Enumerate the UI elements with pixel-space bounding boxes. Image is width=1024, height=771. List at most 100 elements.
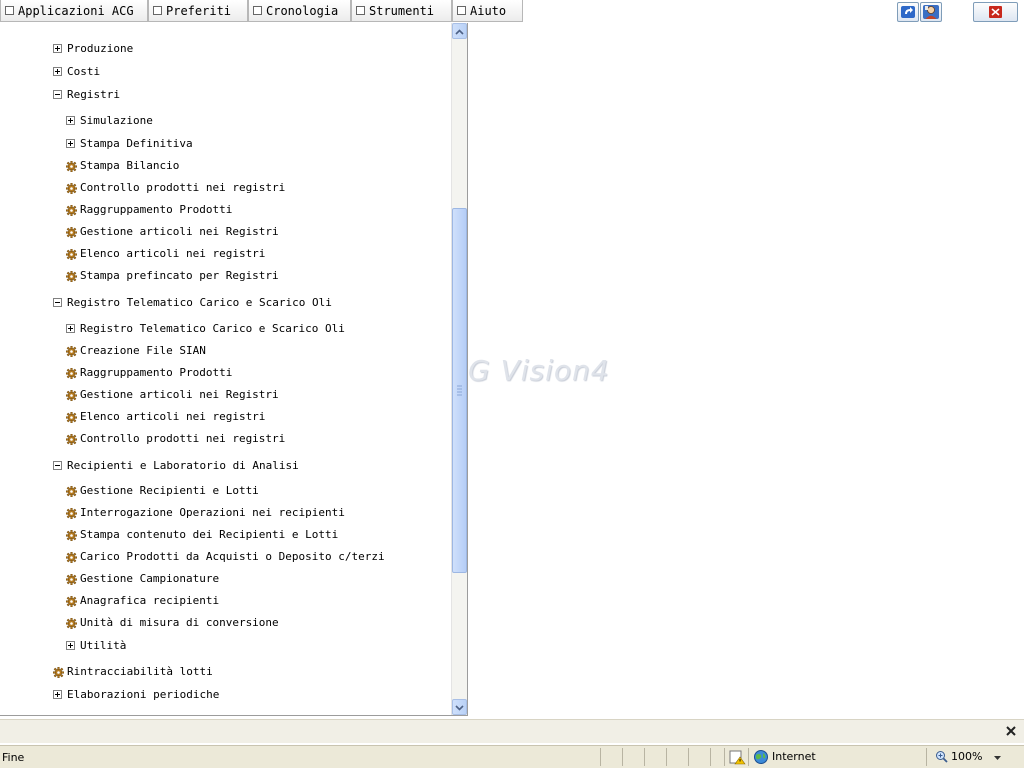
- tree-item[interactable]: Stampa Bilancio: [66, 157, 179, 175]
- expand-plus-icon[interactable]: [66, 640, 75, 650]
- menu-tab-aiuto[interactable]: Aiuto: [452, 0, 523, 22]
- tree-item-label: Stampa prefincato per Registri: [80, 269, 279, 282]
- menu-tab-strumenti[interactable]: Strumenti: [351, 0, 452, 22]
- tree-item-label: Simulazione: [80, 114, 153, 127]
- gear-icon: [66, 389, 77, 401]
- menu-tab-label: Applicazioni ACG: [18, 4, 134, 18]
- tree-item-label: Controllo prodotti nei registri: [80, 181, 286, 194]
- tree-item[interactable]: Stampa contenuto dei Recipienti e Lotti: [66, 526, 338, 544]
- close-infobar-icon[interactable]: [1004, 724, 1018, 738]
- gear-icon: [66, 367, 77, 379]
- menu-tab-applicazioni-acg[interactable]: Applicazioni ACG: [0, 0, 148, 22]
- checkbox-icon: [356, 6, 365, 15]
- tree-item[interactable]: Controllo prodotti nei registri: [66, 430, 285, 448]
- tree-item[interactable]: Anagrafica recipienti: [66, 592, 219, 610]
- tree-item-label: Stampa Bilancio: [80, 159, 180, 172]
- tree-item[interactable]: Raggruppamento Prodotti: [66, 364, 232, 382]
- tree-item-label: Unità di misura di conversione: [80, 616, 279, 629]
- vertical-scrollbar[interactable]: [451, 23, 467, 715]
- tree-item[interactable]: Elaborazioni periodiche: [53, 686, 219, 704]
- chevron-up-icon: [455, 29, 464, 35]
- tree-item[interactable]: Elenco articoli nei registri: [66, 245, 265, 263]
- checkbox-icon: [457, 6, 466, 15]
- gear-icon: [66, 411, 77, 423]
- tree-item[interactable]: Stampa Definitiva: [66, 135, 193, 153]
- user-button[interactable]: [920, 2, 942, 22]
- tree-item-label: Interrogazione Operazioni nei recipienti: [80, 506, 345, 519]
- expand-plus-icon[interactable]: [66, 115, 75, 125]
- menu-tab-preferiti[interactable]: Preferiti: [148, 0, 248, 22]
- tree-item[interactable]: Controllo prodotti nei registri: [66, 179, 285, 197]
- tree-item[interactable]: Registro Telematico Carico e Scarico Oli: [53, 294, 332, 312]
- tree-item[interactable]: Utilità: [66, 637, 126, 655]
- tree-item-label: Gestione Campionature: [80, 572, 220, 585]
- tree-item-label: Gestione articoli nei Registri: [80, 225, 279, 238]
- tree-item[interactable]: Registri: [53, 86, 120, 104]
- tree-item[interactable]: Stampa prefincato per Registri: [66, 267, 279, 285]
- tree-item-label: Produzione: [67, 42, 134, 55]
- gear-icon: [66, 226, 77, 238]
- menu-tab-label: Strumenti: [369, 4, 435, 18]
- checkbox-icon: [153, 6, 162, 15]
- tree-item-label: Stampa Definitiva: [80, 137, 193, 150]
- expand-plus-icon[interactable]: [53, 43, 62, 53]
- tree-item-label: Gestione articoli nei Registri: [80, 388, 279, 401]
- scrollbar-thumb[interactable]: [452, 208, 467, 573]
- menu-tab-cronologia[interactable]: Cronologia: [248, 0, 351, 22]
- collapse-minus-icon[interactable]: [53, 460, 62, 470]
- tree-item[interactable]: Carico Prodotti da Acquisti o Deposito c…: [66, 548, 385, 566]
- tree-item[interactable]: Utilità: [40, 713, 100, 715]
- tree-item[interactable]: Gestione Campionature: [66, 570, 219, 588]
- tree-item[interactable]: Rintracciabilità lotti: [53, 663, 213, 681]
- popup-blocker-pane[interactable]: [724, 748, 748, 766]
- tree-item-label: Carico Prodotti da Acquisti o Deposito c…: [80, 550, 385, 563]
- gear-icon: [66, 551, 77, 563]
- tree-item[interactable]: Interrogazione Operazioni nei recipienti: [66, 504, 345, 522]
- status-pane-empty-4: [666, 748, 688, 766]
- tree-item[interactable]: Registro Telematico Carico e Scarico Oli: [66, 320, 345, 338]
- scroll-down-button[interactable]: [452, 699, 467, 715]
- close-icon: [989, 6, 1002, 18]
- info-bar: [0, 719, 1024, 743]
- refresh-button[interactable]: [897, 2, 919, 22]
- status-pane-empty-5: [688, 748, 710, 766]
- expand-plus-icon[interactable]: [53, 689, 62, 699]
- tree-item[interactable]: Produzione: [53, 40, 133, 58]
- zoom-pane[interactable]: 100%: [926, 748, 1024, 766]
- expand-plus-icon[interactable]: [66, 138, 75, 148]
- security-zone-pane[interactable]: Internet: [748, 748, 926, 766]
- status-text: Fine: [2, 751, 25, 764]
- tree-item[interactable]: Recipienti e Laboratorio di Analisi: [53, 457, 299, 475]
- close-window-button[interactable]: [973, 2, 1018, 22]
- gear-icon: [66, 182, 77, 194]
- globe-icon: [754, 750, 768, 764]
- tree-item-label: Elenco articoli nei registri: [80, 410, 266, 423]
- gear-icon: [66, 595, 77, 607]
- chevron-down-icon[interactable]: [993, 755, 1002, 761]
- expand-plus-icon[interactable]: [66, 323, 75, 333]
- tree-item[interactable]: Raggruppamento Prodotti: [66, 201, 232, 219]
- zoom-label: 100%: [951, 750, 983, 763]
- tree-item[interactable]: Simulazione: [66, 112, 153, 130]
- refresh-icon: [901, 6, 915, 18]
- collapse-minus-icon[interactable]: [53, 297, 62, 307]
- tree-item[interactable]: Costi: [53, 63, 100, 81]
- collapse-minus-icon[interactable]: [53, 89, 62, 99]
- tree-item[interactable]: Gestione Recipienti e Lotti: [66, 482, 259, 500]
- checkbox-icon: [253, 6, 262, 15]
- gear-icon: [66, 529, 77, 541]
- status-pane-empty-6: [710, 748, 724, 766]
- menu-tab-label: Preferiti: [166, 4, 232, 18]
- gear-icon: [66, 617, 77, 629]
- tree-item[interactable]: Gestione articoli nei Registri: [66, 223, 279, 241]
- tree-item-label: Registro Telematico Carico e Scarico Oli: [67, 296, 332, 309]
- expand-plus-icon[interactable]: [53, 66, 62, 76]
- tree-item-label: Raggruppamento Prodotti: [80, 203, 233, 216]
- tree-item[interactable]: Elenco articoli nei registri: [66, 408, 265, 426]
- zoom-icon: [936, 751, 948, 763]
- tree-item[interactable]: Unità di misura di conversione: [66, 614, 279, 632]
- tree-item[interactable]: Creazione File SIAN: [66, 342, 206, 360]
- scroll-up-button[interactable]: [452, 23, 467, 39]
- status-pane-empty-1: [600, 748, 622, 766]
- tree-item[interactable]: Gestione articoli nei Registri: [66, 386, 279, 404]
